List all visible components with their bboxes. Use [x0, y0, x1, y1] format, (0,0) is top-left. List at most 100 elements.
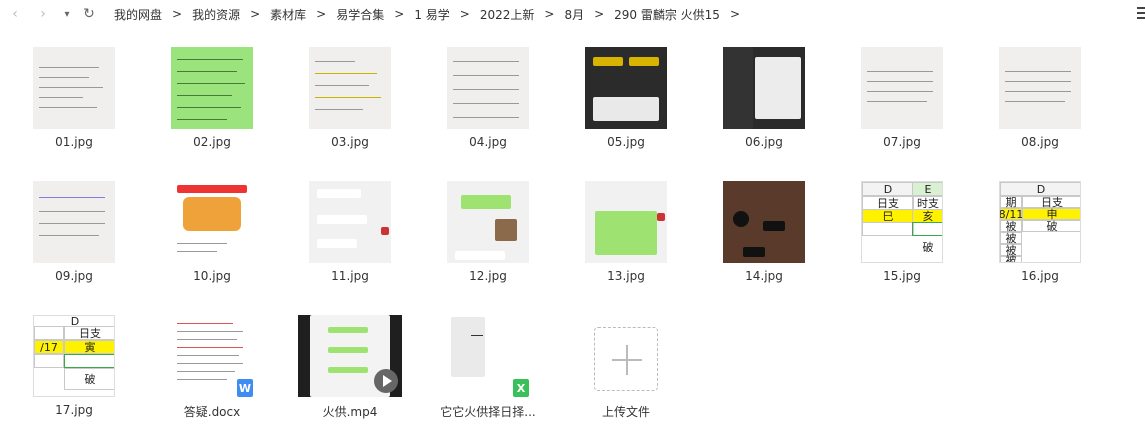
file-name: 火供.mp4 [322, 405, 378, 419]
breadcrumb-item[interactable]: 我的资源 [190, 6, 242, 23]
file-name: 09.jpg [55, 269, 93, 283]
file-item[interactable]: 05.jpg [552, 45, 690, 165]
history-dropdown-icon[interactable]: ▾ [56, 3, 78, 25]
breadcrumb-item[interactable]: 2022上新 [478, 6, 537, 23]
breadcrumb-separator: > [316, 7, 327, 21]
file-name: 03.jpg [331, 135, 369, 149]
breadcrumb-separator: > [250, 7, 261, 21]
sheet-cell: 破 [922, 241, 934, 254]
file-item[interactable]: 13.jpg [552, 179, 690, 299]
file-item[interactable]: 10.jpg [138, 179, 276, 299]
breadcrumb-separator: > [729, 7, 741, 21]
play-icon [374, 369, 398, 393]
file-name: 12.jpg [469, 269, 507, 283]
image-thumbnail [585, 47, 667, 129]
breadcrumb-separator: > [172, 7, 183, 21]
image-thumbnail: D 日支 /17 寅 破 [33, 315, 115, 397]
file-name: 14.jpg [745, 269, 783, 283]
image-thumbnail [723, 47, 805, 129]
image-thumbnail: D 期 日支 8/11 申 被 破 被 被 被 [999, 181, 1081, 263]
breadcrumb-item[interactable]: 1 易学 [412, 6, 451, 23]
sheet-cell: 亥 [912, 209, 942, 223]
image-thumbnail [33, 47, 115, 129]
image-thumbnail [585, 181, 667, 263]
sheet-cell: /17 [34, 340, 64, 354]
xlsx-thumbnail: X [447, 315, 529, 397]
video-thumbnail [298, 315, 402, 397]
file-name: 17.jpg [55, 403, 93, 417]
image-thumbnail [861, 47, 943, 129]
breadcrumb-separator: > [459, 7, 470, 21]
file-name: 01.jpg [55, 135, 93, 149]
file-item[interactable]: D 期 日支 8/11 申 被 破 被 被 被 16.jpg [966, 179, 1104, 299]
breadcrumb: 我的网盘 > 我的资源 > 素材库 > 易学合集 > 1 易学 > 2022上新… [112, 6, 748, 23]
file-item[interactable]: D E 日支 时支 巳 亥 破 15.jpg [828, 179, 966, 299]
file-item[interactable]: 08.jpg [966, 45, 1104, 165]
file-item[interactable]: 06.jpg [690, 45, 828, 165]
breadcrumb-item-current[interactable]: 290 雷麟宗 火供15 [612, 6, 722, 23]
file-name: 11.jpg [331, 269, 369, 283]
file-item[interactable]: 04.jpg [414, 45, 552, 165]
breadcrumb-separator: > [394, 7, 405, 21]
toolbar: ‹ › ▾ ↻ 我的网盘 > 我的资源 > 素材库 > 易学合集 > 1 易学 … [0, 0, 1145, 28]
image-thumbnail [171, 181, 253, 263]
breadcrumb-item[interactable]: 素材库 [268, 6, 308, 23]
sheet-column-header: E [912, 182, 942, 196]
file-item[interactable]: 14.jpg [690, 179, 828, 299]
file-item[interactable]: 09.jpg [0, 179, 138, 299]
sheet-column-header: D [862, 182, 914, 196]
sheet-cell: 日支 [64, 326, 114, 340]
image-thumbnail [309, 47, 391, 129]
file-item[interactable]: 07.jpg [828, 45, 966, 165]
sheet-cell: 被 [1000, 254, 1022, 262]
file-item[interactable]: 12.jpg [414, 179, 552, 299]
file-name: 10.jpg [193, 269, 231, 283]
file-name: 15.jpg [883, 269, 921, 283]
file-name: 07.jpg [883, 135, 921, 149]
breadcrumb-item[interactable]: 8月 [562, 6, 586, 23]
docx-thumbnail: W [171, 315, 253, 397]
file-name: 它它火供择日择... [440, 405, 536, 419]
sheet-cell: 破 [1022, 220, 1080, 233]
breadcrumb-item[interactable]: 易学合集 [334, 6, 386, 23]
back-button[interactable]: ‹ [4, 3, 26, 25]
sheet-cell: 期 [1000, 196, 1022, 209]
breadcrumb-separator: > [544, 7, 555, 21]
excel-icon: X [513, 379, 529, 397]
image-thumbnail [999, 47, 1081, 129]
upload-label: 上传文件 [601, 405, 650, 419]
file-item[interactable]: 02.jpg [138, 45, 276, 165]
file-item[interactable]: 11.jpg [276, 179, 414, 299]
file-name: 13.jpg [607, 269, 645, 283]
file-name: 04.jpg [469, 135, 507, 149]
sheet-cell: 寅 [64, 340, 114, 354]
file-name: 16.jpg [1021, 269, 1059, 283]
image-thumbnail [171, 47, 253, 129]
file-item[interactable]: W 答疑.docx [138, 313, 276, 433]
file-item[interactable]: 01.jpg [0, 45, 138, 165]
file-item[interactable]: 火供.mp4 [276, 313, 414, 433]
word-icon: W [237, 379, 253, 397]
breadcrumb-item[interactable]: 我的网盘 [112, 6, 164, 23]
image-thumbnail: D E 日支 时支 巳 亥 破 [861, 181, 943, 263]
file-name: 05.jpg [607, 135, 645, 149]
file-item[interactable]: X 它它火供择日择... [414, 313, 552, 433]
image-thumbnail [309, 181, 391, 263]
sheet-column-header: D [70, 315, 80, 328]
image-thumbnail [447, 47, 529, 129]
image-thumbnail [723, 181, 805, 263]
file-name: 06.jpg [745, 135, 783, 149]
file-name: 08.jpg [1021, 135, 1059, 149]
file-item[interactable]: D 日支 /17 寅 破 17.jpg [0, 313, 138, 433]
plus-icon [612, 345, 642, 375]
sheet-cell: 巳 [862, 209, 914, 223]
file-name: 答疑.docx [183, 405, 241, 419]
refresh-icon[interactable]: ↻ [78, 3, 100, 25]
upload-file-button[interactable]: 上传文件 [552, 313, 690, 433]
menu-icon[interactable] [1137, 7, 1145, 21]
forward-button[interactable]: › [32, 3, 54, 25]
breadcrumb-separator: > [594, 7, 605, 21]
file-item[interactable]: 03.jpg [276, 45, 414, 165]
image-thumbnail [33, 181, 115, 263]
sheet-cell: 破 [64, 368, 114, 390]
